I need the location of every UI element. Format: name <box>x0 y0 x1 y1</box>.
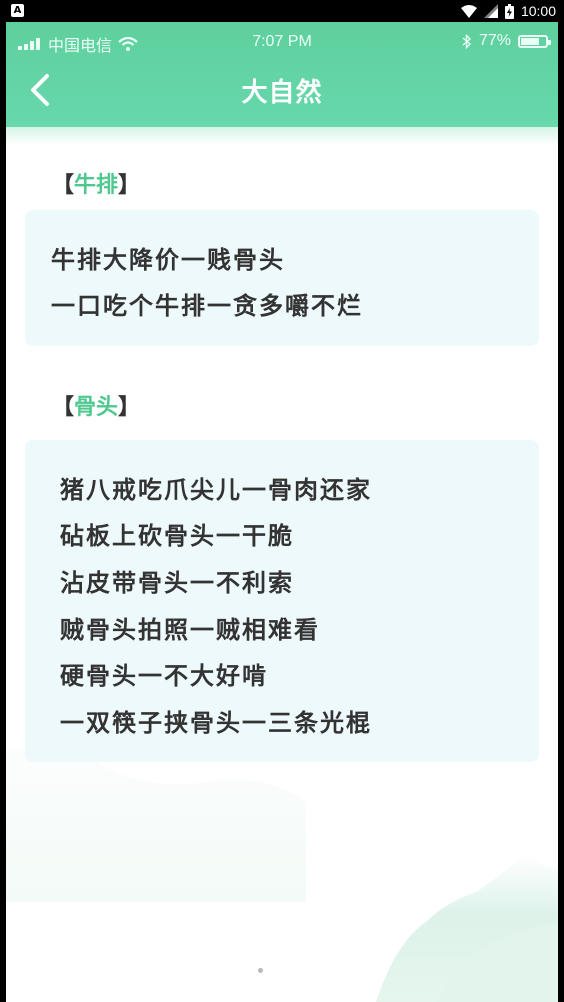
bracket-open: 【 <box>52 395 75 420</box>
list-item: 沾皮带骨头一不利索 <box>60 569 294 597</box>
bracket-close: 】 <box>118 395 141 420</box>
system-clock: 10:00 <box>520 3 556 19</box>
list-item: 贼骨头拍照一贼相难看 <box>60 616 320 644</box>
app-screen: 中国电信 7:07 PM 77% 大自然 【牛排】 牛排大降价一贱骨头 一口吃个… <box>6 22 558 1002</box>
list-item: 一双筷子挟骨头一三条光棍 <box>60 709 372 737</box>
battery-percent: 77% <box>478 32 511 49</box>
list-item: 牛排大降价一贱骨头 <box>51 246 285 274</box>
content-card-bone: 猪八戒吃爪尖儿一骨肉还家 砧板上砍骨头一干脆 沾皮带骨头一不利索 贼骨头拍照一贼… <box>25 440 539 762</box>
page-title: 大自然 <box>241 78 323 108</box>
bluetooth-icon <box>462 33 471 49</box>
section-title-bone: 【骨头】 <box>52 389 140 421</box>
list-item: 砧板上砍骨头一干脆 <box>60 522 294 550</box>
system-status-bar: A 10:00 <box>0 0 564 22</box>
section-keyword: 牛排 <box>74 173 119 198</box>
signal-icon <box>483 4 498 18</box>
header-shadow <box>6 122 558 146</box>
list-item: 硬骨头一不大好啃 <box>60 662 268 690</box>
section-keyword: 骨头 <box>74 395 119 420</box>
wifi-icon <box>460 4 477 18</box>
battery-icon <box>518 34 551 48</box>
content-card-steak: 牛排大降价一贱骨头 一口吃个牛排一贪多嚼不烂 <box>25 210 539 346</box>
app-status-bar: 中国电信 7:07 PM 77% <box>6 22 558 66</box>
page-indicator-dot <box>258 968 263 973</box>
list-item: 一口吃个牛排一贪多嚼不烂 <box>51 292 363 320</box>
battery-charging-icon <box>504 3 514 19</box>
app-notification-icon: A <box>11 4 24 17</box>
list-item: 猪八戒吃爪尖儿一骨肉还家 <box>60 476 372 504</box>
mountain-background-decoration <box>6 744 558 1002</box>
bracket-close: 】 <box>118 173 141 198</box>
bracket-open: 【 <box>52 173 75 198</box>
section-title-steak: 【牛排】 <box>52 167 140 199</box>
app-header: 中国电信 7:07 PM 77% 大自然 <box>6 22 558 127</box>
